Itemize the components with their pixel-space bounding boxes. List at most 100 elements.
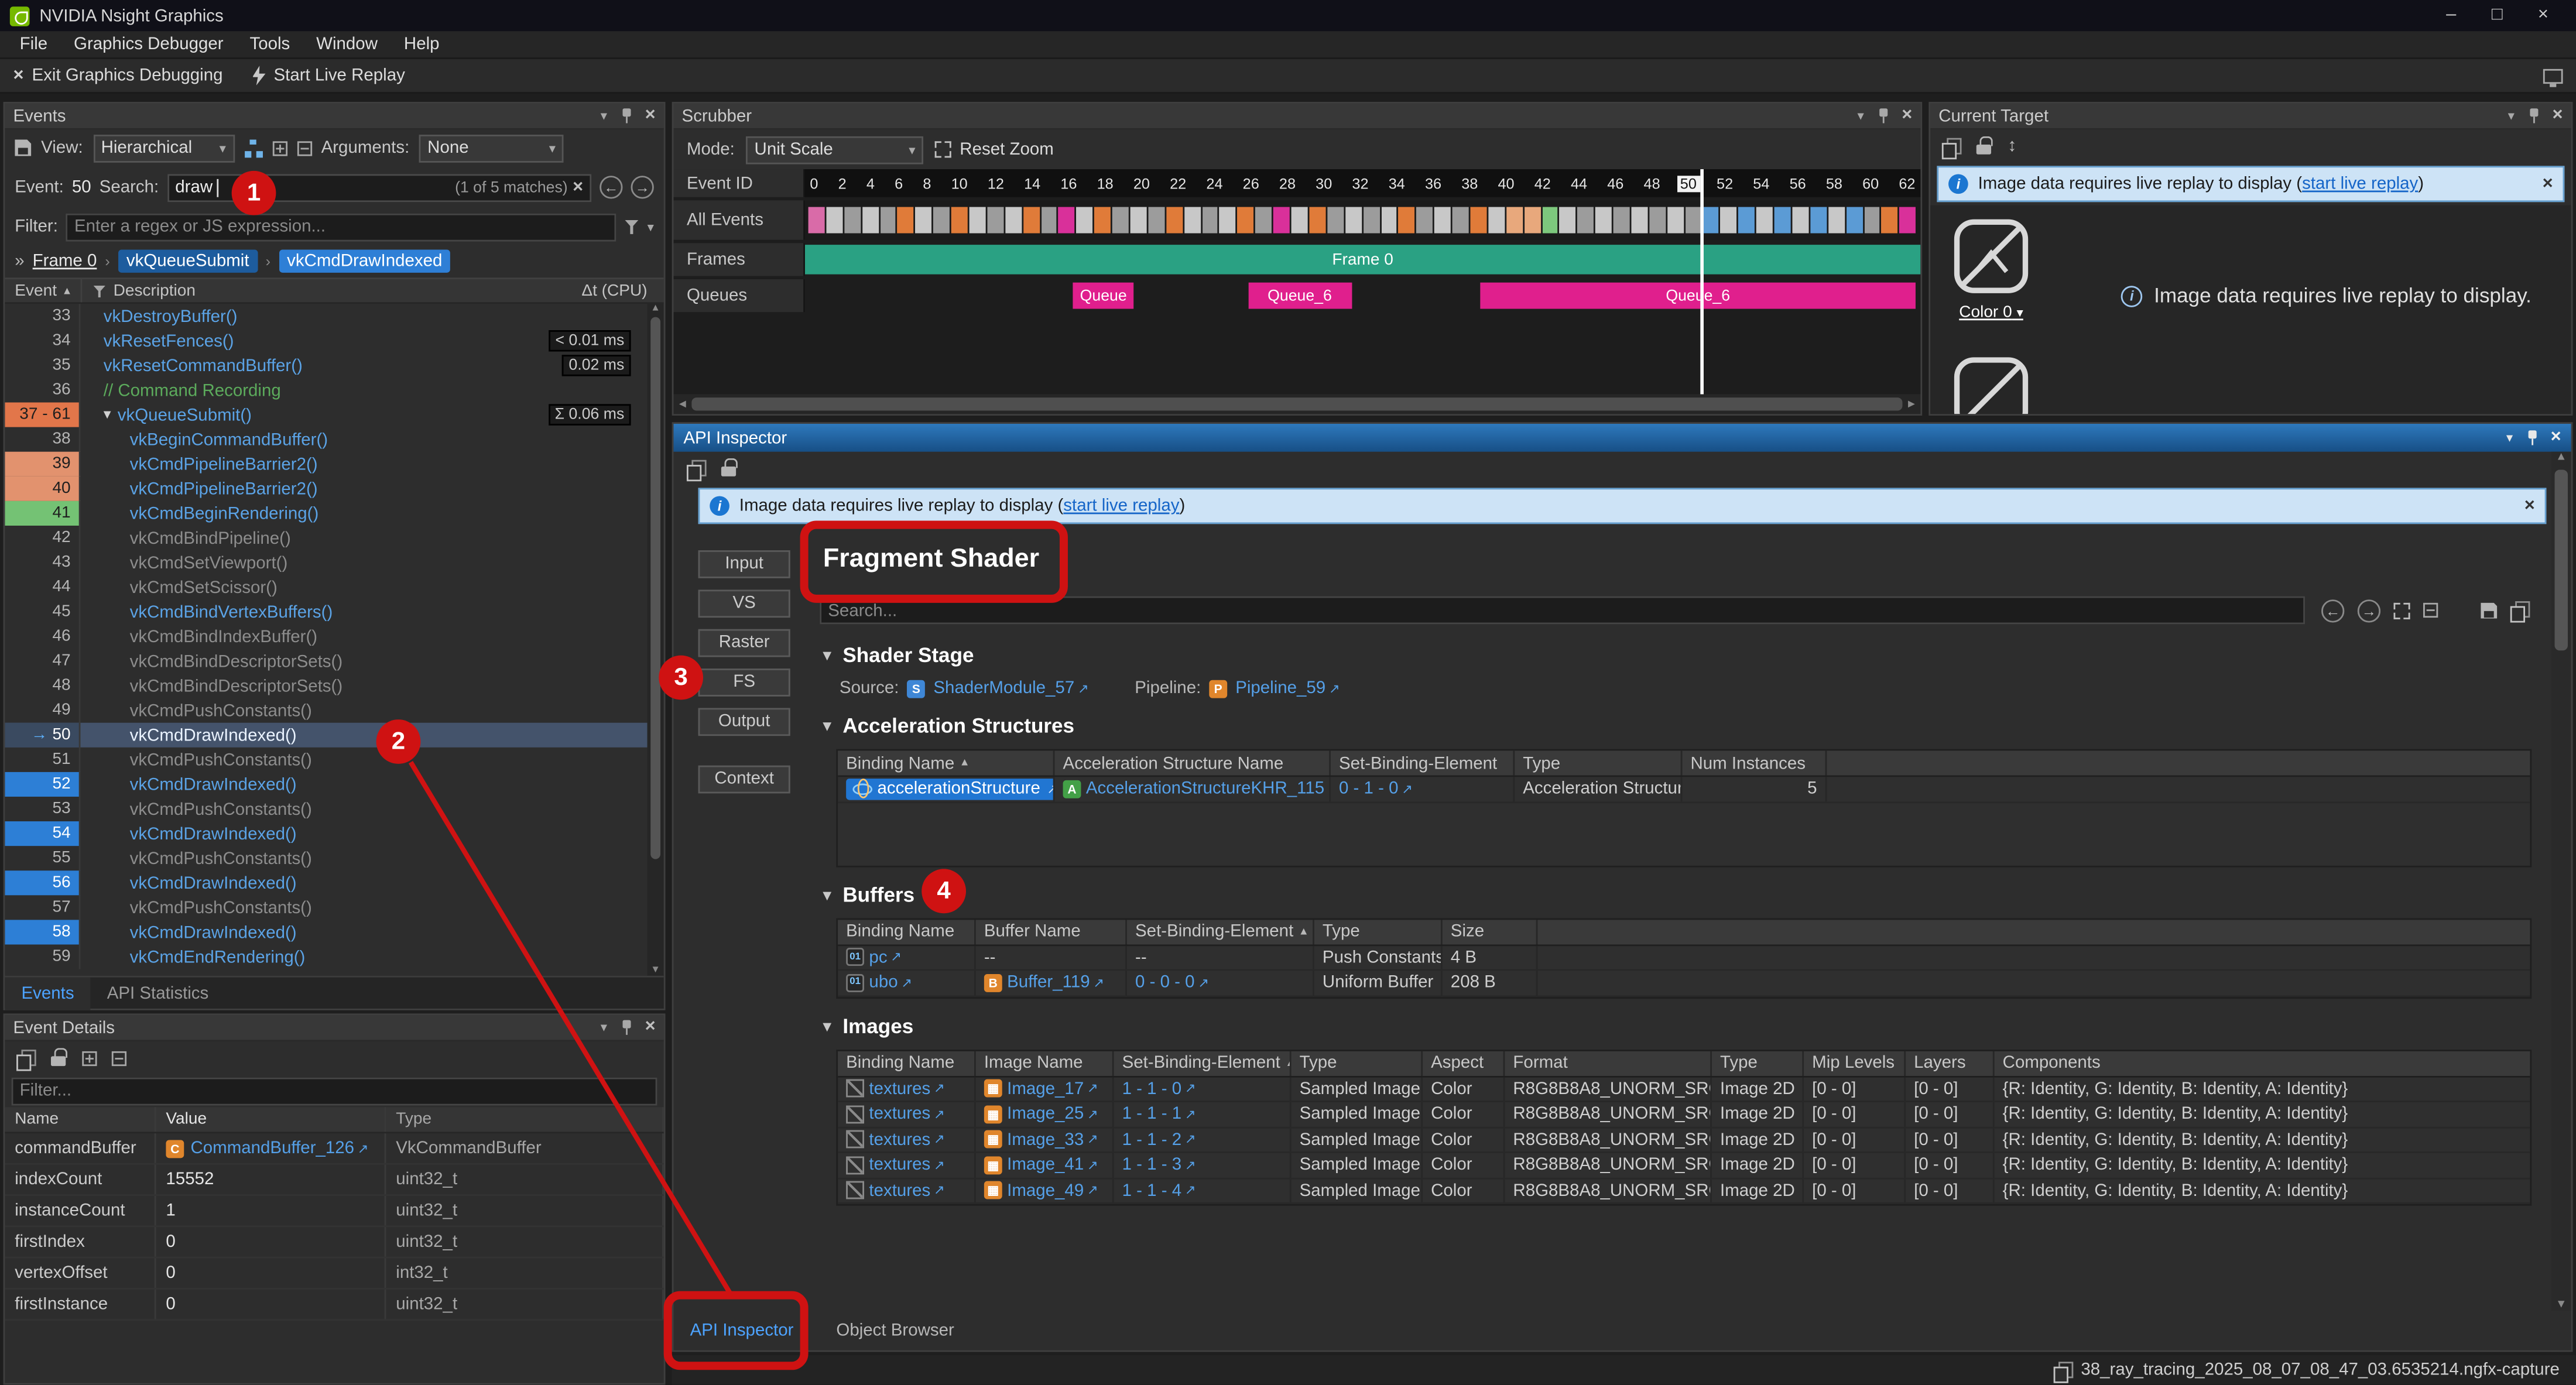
close-banner-icon[interactable]: × xyxy=(2524,496,2535,516)
event-bar[interactable] xyxy=(1739,207,1755,234)
column-header[interactable]: Components xyxy=(1995,1051,2262,1075)
event-bar[interactable] xyxy=(809,207,825,234)
expand-view-icon[interactable] xyxy=(2394,602,2410,618)
ruler-tick[interactable]: 16 xyxy=(1060,175,1077,191)
ruler-tick[interactable]: 30 xyxy=(1316,175,1332,191)
expand-all-icon[interactable] xyxy=(272,140,286,155)
detail-row[interactable]: instanceCount1uint32_t xyxy=(5,1196,663,1227)
event-bar[interactable] xyxy=(1506,207,1522,234)
event-bar[interactable] xyxy=(1292,207,1308,234)
inspector-scrollbar[interactable]: ▲▼ xyxy=(2551,452,2571,1311)
view-dropdown[interactable]: Hierarchical▾ xyxy=(93,134,234,162)
event-bar[interactable] xyxy=(1524,207,1540,234)
column-header[interactable]: Binding Name▲ xyxy=(838,750,1054,775)
event-row[interactable]: 56vkCmdDrawIndexed() xyxy=(5,870,647,895)
ruler-tick[interactable]: 6 xyxy=(895,175,903,191)
column-header[interactable]: Aspect xyxy=(1423,1051,1505,1075)
inspector-nav-raster[interactable]: Raster xyxy=(698,629,790,657)
buffers-section-header[interactable]: ▼ Buffers xyxy=(820,883,2535,906)
acceleration-structure-binding[interactable]: accelerationStructure↗ xyxy=(846,778,1054,799)
copy-icon[interactable] xyxy=(687,459,705,477)
chevron-down-icon[interactable]: ▾ xyxy=(601,108,607,123)
images-section-header[interactable]: ▼ Images xyxy=(820,1014,2535,1037)
ruler-tick[interactable]: 4 xyxy=(866,175,875,191)
event-bar[interactable] xyxy=(1166,207,1183,234)
close-icon[interactable]: × xyxy=(2551,428,2561,447)
event-row[interactable]: 54vkCmdDrawIndexed() xyxy=(5,821,647,846)
chevron-down-icon[interactable]: ▾ xyxy=(2506,430,2513,445)
link[interactable]: Image_17↗ xyxy=(1007,1079,1098,1099)
ruler-tick[interactable]: 32 xyxy=(1352,175,1368,191)
detail-row[interactable]: firstIndex0uint32_t xyxy=(5,1227,663,1258)
event-row[interactable]: 57vkCmdPushConstants() xyxy=(5,895,647,920)
event-bar[interactable] xyxy=(1095,207,1111,234)
scrollbar-thumb[interactable] xyxy=(650,317,660,859)
column-header[interactable]: Set-Binding-Element▲ xyxy=(1127,919,1314,944)
collapse-all-icon[interactable] xyxy=(297,140,311,155)
link[interactable]: textures↗ xyxy=(869,1104,944,1124)
event-row[interactable]: 53vkCmdPushConstants() xyxy=(5,797,647,821)
event-row[interactable]: 35vkResetCommandBuffer()0.02 ms xyxy=(5,353,647,378)
event-row[interactable]: →50vkCmdDrawIndexed() xyxy=(5,723,647,748)
clear-search-icon[interactable]: × xyxy=(573,178,583,196)
link[interactable]: textures↗ xyxy=(869,1155,944,1175)
pin-icon[interactable] xyxy=(1875,107,1890,125)
event-row[interactable]: 39vkCmdPipelineBarrier2() xyxy=(5,452,647,476)
ruler-tick[interactable]: 38 xyxy=(1461,175,1478,191)
event-row[interactable]: 38vkBeginCommandBuffer() xyxy=(5,427,647,452)
event-bar[interactable] xyxy=(1560,207,1576,234)
link[interactable]: 1 - 1 - 1↗ xyxy=(1122,1104,1196,1124)
event-number-value[interactable]: 50 xyxy=(72,177,91,197)
event-bar[interactable] xyxy=(1202,207,1218,234)
table-row[interactable]: textures↗Image_41↗1 - 1 - 3↗Sampled Imag… xyxy=(838,1153,2530,1178)
tab-events[interactable]: Events xyxy=(5,976,90,1009)
event-bar[interactable] xyxy=(970,207,986,234)
ruler-tick[interactable]: 36 xyxy=(1425,175,1441,191)
link[interactable]: ubo↗ xyxy=(869,973,912,993)
funnel-icon[interactable] xyxy=(624,220,639,234)
nav-forward-icon[interactable]: → xyxy=(2358,599,2380,622)
event-row[interactable]: 58vkCmdDrawIndexed() xyxy=(5,920,647,944)
start-live-replay-link[interactable]: start live replay xyxy=(2302,174,2418,194)
event-bar[interactable] xyxy=(844,207,861,234)
menu-item-window[interactable]: Window xyxy=(303,30,391,59)
ruler-tick[interactable]: 28 xyxy=(1279,175,1296,191)
arguments-dropdown[interactable]: None▾ xyxy=(419,134,564,162)
ruler-tick[interactable]: 0 xyxy=(810,175,818,191)
link[interactable]: 0 - 1 - 0↗ xyxy=(1339,779,1413,799)
ruler-tick[interactable]: 12 xyxy=(988,175,1004,191)
close-button[interactable]: × xyxy=(2520,0,2567,31)
queue-bar[interactable]: Queue xyxy=(1073,283,1134,309)
shader-module-link[interactable]: ShaderModule_57↗ xyxy=(933,678,1088,698)
event-bar[interactable] xyxy=(1542,207,1558,234)
event-bar[interactable] xyxy=(1667,207,1684,234)
link[interactable]: textures↗ xyxy=(869,1130,944,1150)
link[interactable]: Image_33↗ xyxy=(1007,1130,1098,1150)
event-bar[interactable] xyxy=(1417,207,1433,234)
event-bar[interactable] xyxy=(1703,207,1719,234)
event-bar[interactable] xyxy=(951,207,968,234)
event-bar[interactable] xyxy=(1309,207,1325,234)
inspector-nav-fs[interactable]: FS xyxy=(698,668,790,697)
inspector-nav-input[interactable]: Input xyxy=(698,550,790,578)
type-column-header[interactable]: Type xyxy=(386,1107,663,1132)
event-bar[interactable] xyxy=(1345,207,1361,234)
link[interactable]: textures↗ xyxy=(869,1079,944,1099)
column-header[interactable]: Image Name xyxy=(976,1051,1114,1075)
table-row[interactable]: textures↗Image_49↗1 - 1 - 4↗Sampled Imag… xyxy=(838,1178,2530,1204)
event-bar[interactable] xyxy=(1434,207,1451,234)
menu-item-graphics-debugger[interactable]: Graphics Debugger xyxy=(61,30,237,59)
table-row[interactable]: ubo↗Buffer_119↗0 - 0 - 0↗Uniform Buffer2… xyxy=(838,971,2530,996)
ruler-tick[interactable]: 56 xyxy=(1790,175,1806,191)
column-header[interactable]: Size xyxy=(1443,919,1538,944)
event-bar[interactable] xyxy=(1614,207,1630,234)
event-row[interactable]: 34vkResetFences()< 0.01 ms xyxy=(5,328,647,353)
ruler-tick[interactable]: 34 xyxy=(1389,175,1405,191)
link[interactable]: 0 - 0 - 0↗ xyxy=(1135,973,1209,993)
minimize-button[interactable]: – xyxy=(2428,0,2474,31)
ruler-tick[interactable]: 22 xyxy=(1170,175,1186,191)
link[interactable]: Image_41↗ xyxy=(1007,1155,1098,1175)
save-icon[interactable] xyxy=(2481,602,2497,618)
ruler-tick[interactable]: 24 xyxy=(1206,175,1222,191)
detail-row[interactable]: firstInstance0uint32_t xyxy=(5,1290,663,1321)
